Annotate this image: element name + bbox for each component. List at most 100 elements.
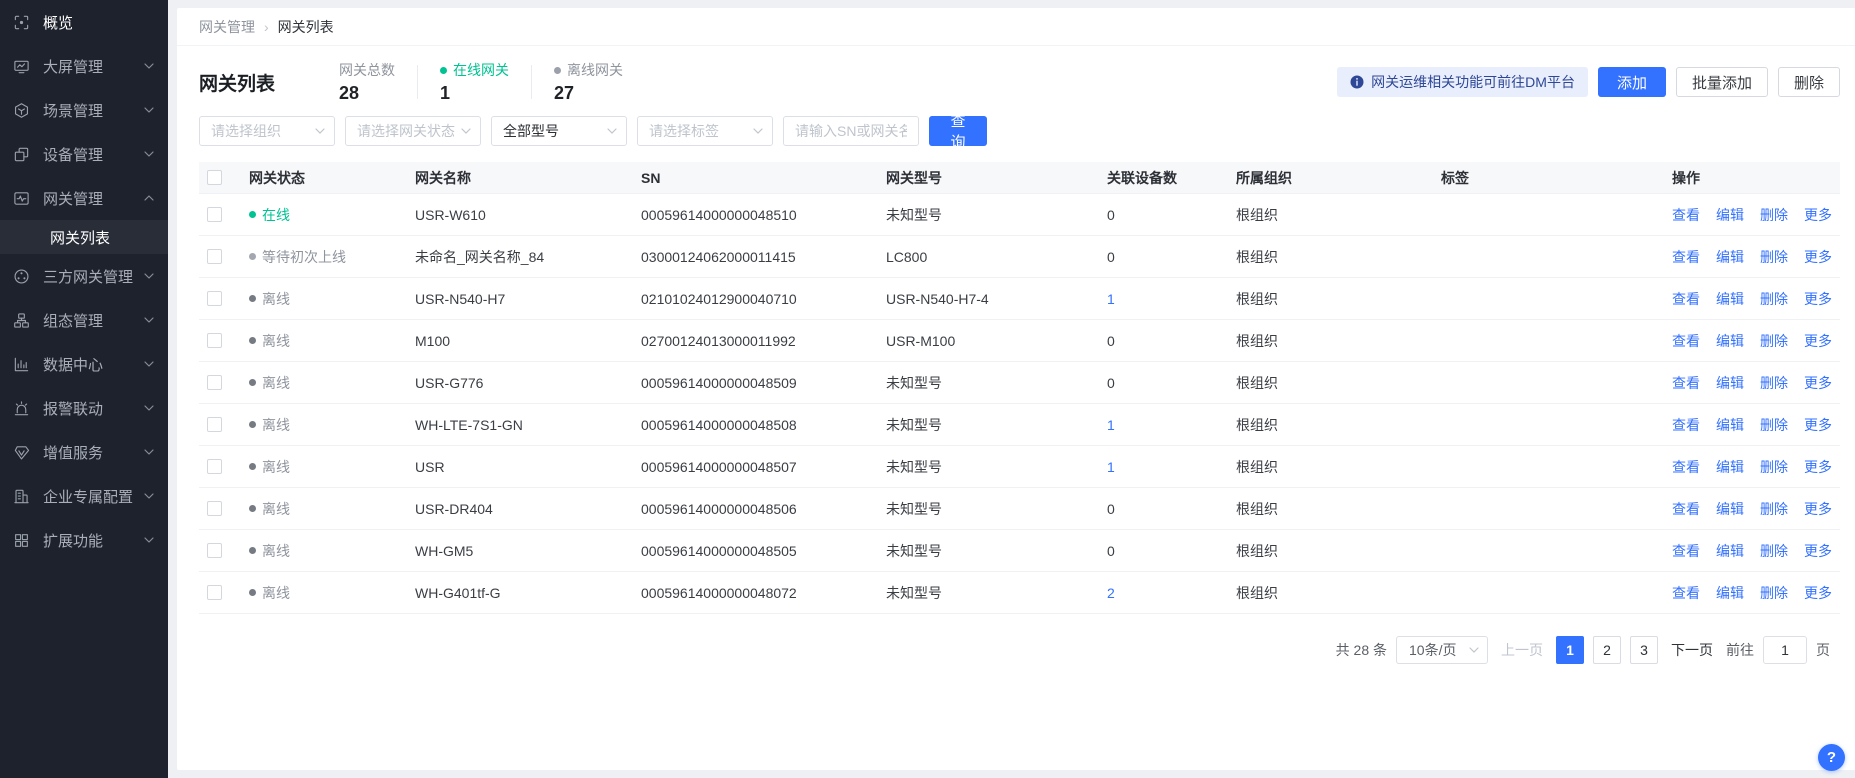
delete-button[interactable]: 删除: [1778, 67, 1840, 97]
org-select[interactable]: 请选择组织: [199, 116, 335, 146]
action-view-link[interactable]: 查看: [1672, 247, 1700, 267]
action-view-link[interactable]: 查看: [1672, 457, 1700, 477]
action-more-link[interactable]: 更多: [1804, 289, 1832, 309]
help-button[interactable]: ?: [1818, 744, 1845, 771]
status-badge: 离线: [249, 457, 407, 477]
row-checkbox[interactable]: [207, 501, 222, 516]
action-view-link[interactable]: 查看: [1672, 331, 1700, 351]
page-button-3[interactable]: 3: [1630, 636, 1658, 664]
sidebar-item-label: 三方网关管理: [43, 266, 144, 287]
action-edit-link[interactable]: 编辑: [1716, 415, 1744, 435]
page-button-1[interactable]: 1: [1556, 636, 1584, 664]
action-edit-link[interactable]: 编辑: [1716, 373, 1744, 393]
action-more-link[interactable]: 更多: [1804, 247, 1832, 267]
gateway-status-select[interactable]: 请选择网关状态: [345, 116, 481, 146]
action-delete-link[interactable]: 删除: [1760, 415, 1788, 435]
action-more-link[interactable]: 更多: [1804, 331, 1832, 351]
action-more-link[interactable]: 更多: [1804, 541, 1832, 561]
row-checkbox[interactable]: [207, 417, 222, 432]
action-more-link[interactable]: 更多: [1804, 415, 1832, 435]
row-checkbox[interactable]: [207, 459, 222, 474]
next-page-button[interactable]: 下一页: [1671, 640, 1713, 660]
overview-icon: [12, 13, 30, 31]
row-checkbox[interactable]: [207, 543, 222, 558]
row-checkbox[interactable]: [207, 207, 222, 222]
sidebar-item-data-center[interactable]: 数据中心: [0, 342, 168, 386]
action-edit-link[interactable]: 编辑: [1716, 457, 1744, 477]
action-more-link[interactable]: 更多: [1804, 373, 1832, 393]
action-view-link[interactable]: 查看: [1672, 205, 1700, 225]
search-button[interactable]: 查询: [929, 116, 987, 146]
tag-select[interactable]: 请选择标签: [637, 116, 773, 146]
gateway-model: 未知型号: [886, 583, 1107, 603]
sidebar-item-gateway[interactable]: 网关管理: [0, 176, 168, 220]
action-delete-link[interactable]: 删除: [1760, 541, 1788, 561]
gateway-sn: 00059614000000048508: [641, 417, 886, 433]
device-count[interactable]: 2: [1107, 585, 1236, 601]
action-edit-link[interactable]: 编辑: [1716, 205, 1744, 225]
action-delete-link[interactable]: 删除: [1760, 331, 1788, 351]
action-delete-link[interactable]: 删除: [1760, 373, 1788, 393]
sidebar-item-scene[interactable]: 场景管理: [0, 88, 168, 132]
row-checkbox[interactable]: [207, 291, 222, 306]
action-more-link[interactable]: 更多: [1804, 499, 1832, 519]
action-edit-link[interactable]: 编辑: [1716, 247, 1744, 267]
action-delete-link[interactable]: 删除: [1760, 247, 1788, 267]
prev-page-button[interactable]: 上一页: [1501, 640, 1543, 660]
breadcrumb-parent[interactable]: 网关管理: [199, 17, 255, 37]
sidebar-subitem-gateway-list[interactable]: 网关列表: [0, 220, 168, 254]
data-center-icon: [12, 355, 30, 373]
action-more-link[interactable]: 更多: [1804, 583, 1832, 603]
batch-add-button[interactable]: 批量添加: [1676, 67, 1768, 97]
action-view-link[interactable]: 查看: [1672, 289, 1700, 309]
action-delete-link[interactable]: 删除: [1760, 583, 1788, 603]
gateway-model: USR-N540-H7-4: [886, 291, 1107, 307]
page-size-select[interactable]: 10条/页: [1396, 636, 1488, 664]
sidebar-item-extension[interactable]: 扩展功能: [0, 518, 168, 562]
action-delete-link[interactable]: 删除: [1760, 457, 1788, 477]
status-badge: 离线: [249, 373, 407, 393]
action-edit-link[interactable]: 编辑: [1716, 331, 1744, 351]
action-view-link[interactable]: 查看: [1672, 541, 1700, 561]
chevron-down-icon: [144, 61, 154, 71]
sidebar-item-scada[interactable]: 组态管理: [0, 298, 168, 342]
row-checkbox[interactable]: [207, 249, 222, 264]
add-button[interactable]: 添加: [1598, 67, 1666, 97]
action-delete-link[interactable]: 删除: [1760, 289, 1788, 309]
action-edit-link[interactable]: 编辑: [1716, 289, 1744, 309]
action-delete-link[interactable]: 删除: [1760, 499, 1788, 519]
gateway-model: 未知型号: [886, 415, 1107, 435]
sidebar-item-alarm[interactable]: 报警联动: [0, 386, 168, 430]
action-delete-link[interactable]: 删除: [1760, 205, 1788, 225]
sidebar-item-big-screen[interactable]: 大屏管理: [0, 44, 168, 88]
model-select[interactable]: 全部型号: [491, 116, 627, 146]
sidebar-item-enterprise[interactable]: 企业专属配置: [0, 474, 168, 518]
page-button-2[interactable]: 2: [1593, 636, 1621, 664]
sidebar-item-label: 网关管理: [43, 188, 144, 209]
row-checkbox[interactable]: [207, 333, 222, 348]
action-edit-link[interactable]: 编辑: [1716, 583, 1744, 603]
action-view-link[interactable]: 查看: [1672, 415, 1700, 435]
action-more-link[interactable]: 更多: [1804, 205, 1832, 225]
goto-page-input[interactable]: [1763, 636, 1807, 664]
device-count[interactable]: 1: [1107, 291, 1236, 307]
gateway-name: WH-GM5: [415, 543, 641, 559]
select-all-checkbox[interactable]: [207, 170, 222, 185]
action-view-link[interactable]: 查看: [1672, 499, 1700, 519]
column-header: 网关状态: [249, 168, 415, 188]
device-count[interactable]: 1: [1107, 459, 1236, 475]
action-edit-link[interactable]: 编辑: [1716, 541, 1744, 561]
sidebar-item-device[interactable]: 设备管理: [0, 132, 168, 176]
row-checkbox[interactable]: [207, 375, 222, 390]
device-count[interactable]: 1: [1107, 417, 1236, 433]
sidebar-item-vas[interactable]: 增值服务: [0, 430, 168, 474]
sidebar-item-overview[interactable]: 概览: [0, 0, 168, 44]
row-checkbox[interactable]: [207, 585, 222, 600]
organization: 根组织: [1236, 541, 1441, 561]
action-view-link[interactable]: 查看: [1672, 583, 1700, 603]
action-more-link[interactable]: 更多: [1804, 457, 1832, 477]
action-edit-link[interactable]: 编辑: [1716, 499, 1744, 519]
action-view-link[interactable]: 查看: [1672, 373, 1700, 393]
search-input[interactable]: [783, 116, 919, 146]
sidebar-item-third-party[interactable]: 三方网关管理: [0, 254, 168, 298]
